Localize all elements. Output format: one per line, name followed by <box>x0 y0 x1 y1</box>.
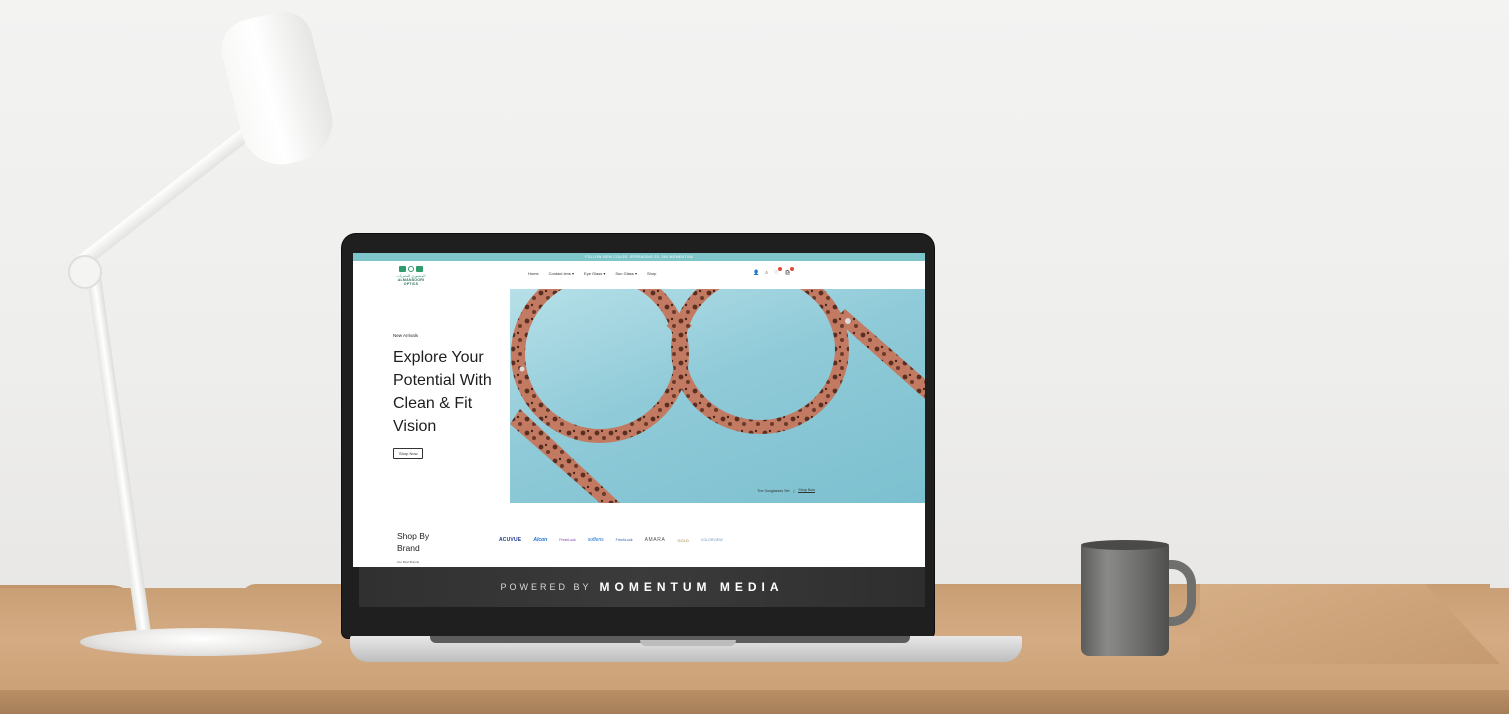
lamp-joint <box>68 255 102 289</box>
mug <box>1081 543 1169 656</box>
brand-logo[interactable]: COLORVIEW <box>701 538 723 542</box>
hero-caption-link[interactable]: Shop Now <box>798 488 815 493</box>
brands-subtitle: Our Best Brands <box>397 560 420 564</box>
hero-shop-button[interactable]: Shop Now <box>393 448 424 459</box>
search-icon[interactable]: ⌕ <box>765 270 768 276</box>
hero-caption: The Sunglasses Set | Shop Now <box>757 488 815 493</box>
brand-logo[interactable]: Alcon <box>533 537 547 543</box>
mug-rim <box>1081 540 1169 550</box>
announcement-bar: FOLLOW NEW COLOR. SPREADING 25. 360 MOME… <box>353 253 925 261</box>
desk-edge <box>0 690 1509 714</box>
wishlist-glyph: ♡ <box>774 270 779 276</box>
hero-title: Explore Your Potential With Clean & Fit … <box>393 349 492 435</box>
glasses-image <box>510 289 925 503</box>
nav-shop[interactable]: Shop <box>647 271 656 276</box>
brand-logo[interactable]: soflens <box>588 537 604 543</box>
user-icon[interactable]: 👤 <box>753 270 759 276</box>
hero-caption-text: The Sunglasses Set <box>757 488 790 493</box>
wishlist-badge <box>777 267 782 271</box>
main-nav: Home Contact lens ▾ Eye Glass ▾ Sun Glas… <box>528 271 656 276</box>
header-icons: 👤 ⌕ ♡ 🛍 <box>753 267 794 276</box>
brand-logos: ACUVUE Alcon FreshLook soflens FreshLook… <box>499 537 723 543</box>
hero-image: The Sunglasses Set | Shop Now <box>510 289 925 503</box>
hero-eyebrow: New Arrivals <box>393 333 419 338</box>
powered-by-banner: POWERED BY MOMENTUM MEDIA <box>359 567 925 607</box>
nav-contact-lens[interactable]: Contact lens ▾ <box>549 271 574 276</box>
hero-text: New Arrivals Explore Your Potential With… <box>393 333 533 460</box>
cart-glyph: 🛍 <box>784 270 791 276</box>
brands-title: Shop By Brand <box>397 531 430 553</box>
brand-logo[interactable]: ACUVUE <box>499 537 521 543</box>
brand-logo[interactable]: AMARA <box>645 537 666 543</box>
brand-logo[interactable]: FreshLook <box>616 538 633 542</box>
laptop-notch <box>640 640 736 646</box>
powered-by-label: POWERED BY <box>500 582 592 592</box>
lamp-base <box>80 628 322 656</box>
caption-divider: | <box>793 488 795 493</box>
logo-mark-icon <box>393 265 429 273</box>
nav-eye-glass[interactable]: Eye Glass ▾ <box>584 271 605 276</box>
nav-sun-glass[interactable]: Sun Glass ▾ <box>615 271 637 276</box>
site-logo[interactable]: المنصوري للبصريات ALMANSOORI OPTICS <box>393 265 429 286</box>
wishlist-icon[interactable]: ♡ <box>774 267 782 276</box>
brand-logo[interactable]: FreshLook <box>559 538 576 542</box>
cart-icon[interactable]: 🛍 <box>784 267 794 276</box>
agency-name: MOMENTUM MEDIA <box>599 580 784 594</box>
logo-name: ALMANSOORI OPTICS <box>397 278 425 286</box>
nav-home[interactable]: Home <box>528 271 539 276</box>
brand-logo[interactable]: GOLD <box>677 538 688 543</box>
laptop-screen: FOLLOW NEW COLOR. SPREADING 25. 360 MOME… <box>353 253 925 567</box>
scene: FOLLOW NEW COLOR. SPREADING 25. 360 MOME… <box>0 0 1509 714</box>
site-header: المنصوري للبصريات ALMANSOORI OPTICS Home… <box>353 261 925 289</box>
cart-badge <box>789 267 794 271</box>
